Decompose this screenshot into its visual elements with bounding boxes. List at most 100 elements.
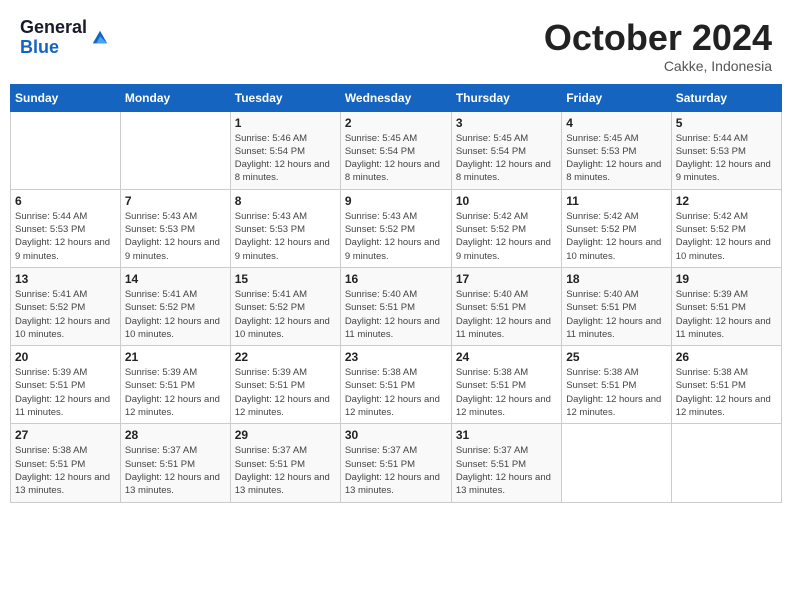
page-header: General Blue October 2024 Cakke, Indones… xyxy=(10,10,782,78)
calendar-cell: 21Sunrise: 5:39 AM Sunset: 5:51 PM Dayli… xyxy=(120,346,230,424)
day-number: 11 xyxy=(566,194,666,208)
calendar-cell: 30Sunrise: 5:37 AM Sunset: 5:51 PM Dayli… xyxy=(340,424,451,502)
day-number: 17 xyxy=(456,272,557,286)
calendar-cell: 19Sunrise: 5:39 AM Sunset: 5:51 PM Dayli… xyxy=(671,267,781,345)
calendar-cell: 15 Sunrise: 5:41 AM Sunset: 5:52 PM Dayli… xyxy=(230,267,340,345)
calendar-cell: 27 Sunrise: 5:38 AM Sunset: 5:51 PM Dayli… xyxy=(11,424,121,502)
calendar-cell: 7 Sunrise: 5:43 AM Sunset: 5:53 PM Daylig… xyxy=(120,189,230,267)
day-number: 4 xyxy=(566,116,666,130)
day-info: Sunrise: 5:43 AM Sunset: 5:53 PM Dayligh… xyxy=(125,210,226,263)
day-number: 14 xyxy=(125,272,226,286)
calendar-cell: 17 Sunrise: 5:40 AM Sunset: 5:51 PM Dayli… xyxy=(451,267,561,345)
calendar-cell: 28 Sunrise: 5:37 AM Sunset: 5:51 PM Dayli… xyxy=(120,424,230,502)
calendar-cell xyxy=(671,424,781,502)
calendar-cell: 14Sunrise: 5:41 AM Sunset: 5:52 PM Dayli… xyxy=(120,267,230,345)
day-number: 2 xyxy=(345,116,447,130)
day-number: 16 xyxy=(345,272,447,286)
day-number: 26 xyxy=(676,350,777,364)
calendar-cell: 10 Sunrise: 5:42 AM Sunset: 5:52 PM Dayli… xyxy=(451,189,561,267)
day-number: 7 xyxy=(125,194,226,208)
day-number: 22 xyxy=(235,350,336,364)
day-number: 31 xyxy=(456,428,557,442)
location-subtitle: Cakke, Indonesia xyxy=(544,58,772,74)
day-info: Sunrise: 5:41 AM Sunset: 5:52 PM Dayligh… xyxy=(15,288,116,341)
calendar-week-row: 6 Sunrise: 5:44 AM Sunset: 5:53 PM Daylig… xyxy=(11,189,782,267)
day-info: Sunrise: 5:37 AM Sunset: 5:51 PM Dayligh… xyxy=(345,444,447,497)
calendar-cell: 31 Sunrise: 5:37 AM Sunset: 5:51 PM Dayli… xyxy=(451,424,561,502)
day-info: Sunrise: 5:38 AM Sunset: 5:51 PM Dayligh… xyxy=(456,366,557,419)
calendar-cell xyxy=(11,111,121,189)
day-info: Sunrise: 5:37 AM Sunset: 5:51 PM Dayligh… xyxy=(235,444,336,497)
calendar-cell: 25 Sunrise: 5:38 AM Sunset: 5:51 PM Dayli… xyxy=(562,346,671,424)
day-info: Sunrise: 5:38 AM Sunset: 5:51 PM Dayligh… xyxy=(15,444,116,497)
day-number: 15 xyxy=(235,272,336,286)
calendar-cell: 6 Sunrise: 5:44 AM Sunset: 5:53 PM Daylig… xyxy=(11,189,121,267)
calendar-week-row: 20 Sunrise: 5:39 AM Sunset: 5:51 PM Dayli… xyxy=(11,346,782,424)
day-info: Sunrise: 5:40 AM Sunset: 5:51 PM Dayligh… xyxy=(566,288,666,341)
day-info: Sunrise: 5:45 AM Sunset: 5:54 PM Dayligh… xyxy=(345,132,447,185)
calendar-cell: 1 Sunrise: 5:46 AM Sunset: 5:54 PM Daylig… xyxy=(230,111,340,189)
day-number: 3 xyxy=(456,116,557,130)
calendar-cell xyxy=(120,111,230,189)
calendar-cell: 20 Sunrise: 5:39 AM Sunset: 5:51 PM Dayli… xyxy=(11,346,121,424)
day-info: Sunrise: 5:38 AM Sunset: 5:51 PM Dayligh… xyxy=(676,366,777,419)
day-number: 6 xyxy=(15,194,116,208)
day-info: Sunrise: 5:39 AM Sunset: 5:51 PM Dayligh… xyxy=(15,366,116,419)
day-info: Sunrise: 5:44 AM Sunset: 5:53 PM Dayligh… xyxy=(676,132,777,185)
day-info: Sunrise: 5:43 AM Sunset: 5:53 PM Dayligh… xyxy=(235,210,336,263)
weekday-header-tuesday: Tuesday xyxy=(230,84,340,111)
day-number: 8 xyxy=(235,194,336,208)
weekday-header-row: SundayMondayTuesdayWednesdayThursdayFrid… xyxy=(11,84,782,111)
day-number: 24 xyxy=(456,350,557,364)
day-info: Sunrise: 5:42 AM Sunset: 5:52 PM Dayligh… xyxy=(456,210,557,263)
calendar-cell: 29 Sunrise: 5:37 AM Sunset: 5:51 PM Dayli… xyxy=(230,424,340,502)
calendar-cell xyxy=(562,424,671,502)
logo: General Blue xyxy=(20,18,109,58)
day-info: Sunrise: 5:46 AM Sunset: 5:54 PM Dayligh… xyxy=(235,132,336,185)
calendar-week-row: 1 Sunrise: 5:46 AM Sunset: 5:54 PM Daylig… xyxy=(11,111,782,189)
logo-general-text: General xyxy=(20,18,87,38)
day-info: Sunrise: 5:40 AM Sunset: 5:51 PM Dayligh… xyxy=(456,288,557,341)
day-number: 18 xyxy=(566,272,666,286)
calendar-cell: 26 Sunrise: 5:38 AM Sunset: 5:51 PM Dayli… xyxy=(671,346,781,424)
day-info: Sunrise: 5:40 AM Sunset: 5:51 PM Dayligh… xyxy=(345,288,447,341)
calendar-cell: 11 Sunrise: 5:42 AM Sunset: 5:52 PM Dayli… xyxy=(562,189,671,267)
day-info: Sunrise: 5:41 AM Sunset: 5:52 PM Dayligh… xyxy=(235,288,336,341)
day-info: Sunrise: 5:39 AM Sunset: 5:51 PM Dayligh… xyxy=(125,366,226,419)
day-info: Sunrise: 5:42 AM Sunset: 5:52 PM Dayligh… xyxy=(676,210,777,263)
day-number: 20 xyxy=(15,350,116,364)
day-info: Sunrise: 5:44 AM Sunset: 5:53 PM Dayligh… xyxy=(15,210,116,263)
calendar-cell: 13Sunrise: 5:41 AM Sunset: 5:52 PM Dayli… xyxy=(11,267,121,345)
calendar-cell: 5 Sunrise: 5:44 AM Sunset: 5:53 PM Daylig… xyxy=(671,111,781,189)
day-number: 28 xyxy=(125,428,226,442)
day-number: 25 xyxy=(566,350,666,364)
calendar-cell: 9 Sunrise: 5:43 AM Sunset: 5:52 PM Daylig… xyxy=(340,189,451,267)
weekday-header-wednesday: Wednesday xyxy=(340,84,451,111)
day-number: 9 xyxy=(345,194,447,208)
calendar-cell: 22 Sunrise: 5:39 AM Sunset: 5:51 PM Dayli… xyxy=(230,346,340,424)
day-info: Sunrise: 5:45 AM Sunset: 5:54 PM Dayligh… xyxy=(456,132,557,185)
day-number: 19 xyxy=(676,272,777,286)
day-number: 12 xyxy=(676,194,777,208)
weekday-header-sunday: Sunday xyxy=(11,84,121,111)
weekday-header-friday: Friday xyxy=(562,84,671,111)
day-info: Sunrise: 5:42 AM Sunset: 5:52 PM Dayligh… xyxy=(566,210,666,263)
title-block: October 2024 Cakke, Indonesia xyxy=(544,18,772,74)
day-number: 27 xyxy=(15,428,116,442)
day-number: 10 xyxy=(456,194,557,208)
calendar-cell: 4 Sunrise: 5:45 AM Sunset: 5:53 PM Daylig… xyxy=(562,111,671,189)
day-number: 5 xyxy=(676,116,777,130)
weekday-header-monday: Monday xyxy=(120,84,230,111)
calendar-cell: 16 Sunrise: 5:40 AM Sunset: 5:51 PM Dayli… xyxy=(340,267,451,345)
day-number: 29 xyxy=(235,428,336,442)
day-info: Sunrise: 5:45 AM Sunset: 5:53 PM Dayligh… xyxy=(566,132,666,185)
calendar-week-row: 27 Sunrise: 5:38 AM Sunset: 5:51 PM Dayli… xyxy=(11,424,782,502)
day-info: Sunrise: 5:37 AM Sunset: 5:51 PM Dayligh… xyxy=(456,444,557,497)
day-info: Sunrise: 5:37 AM Sunset: 5:51 PM Dayligh… xyxy=(125,444,226,497)
day-number: 1 xyxy=(235,116,336,130)
calendar-cell: 23Sunrise: 5:38 AM Sunset: 5:51 PM Dayli… xyxy=(340,346,451,424)
calendar-cell: 24 Sunrise: 5:38 AM Sunset: 5:51 PM Dayli… xyxy=(451,346,561,424)
day-info: Sunrise: 5:43 AM Sunset: 5:52 PM Dayligh… xyxy=(345,210,447,263)
day-info: Sunrise: 5:39 AM Sunset: 5:51 PM Dayligh… xyxy=(235,366,336,419)
day-info: Sunrise: 5:38 AM Sunset: 5:51 PM Dayligh… xyxy=(566,366,666,419)
